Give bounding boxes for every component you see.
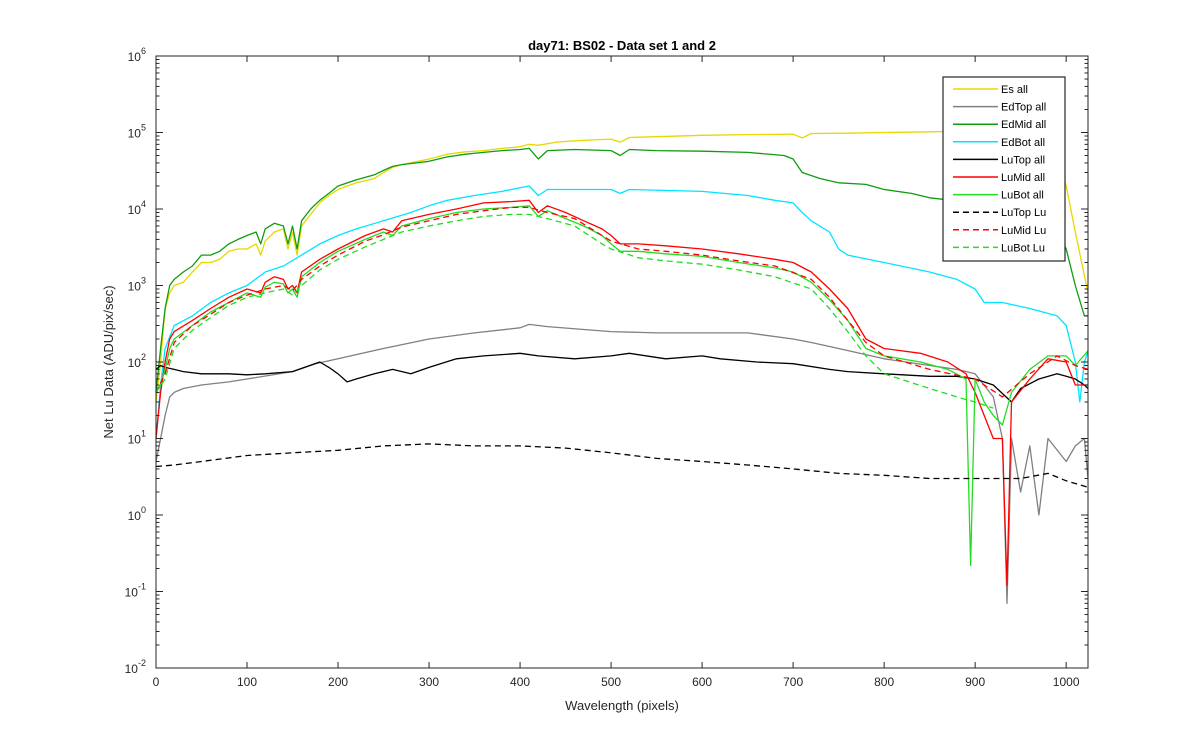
y-tick-base: 10 <box>128 50 142 64</box>
x-tick-label: 900 <box>965 675 985 689</box>
y-tick-exponent: 4 <box>141 199 146 209</box>
y-tick-base: 10 <box>128 356 142 370</box>
x-tick-label: 100 <box>237 675 257 689</box>
y-tick-exponent: 0 <box>141 505 146 515</box>
y-tick-exponent: 6 <box>141 46 146 56</box>
x-tick-label: 0 <box>153 675 160 689</box>
x-tick-label: 400 <box>510 675 530 689</box>
legend-label: LuMid all <box>1001 172 1045 184</box>
y-tick-exponent: 2 <box>141 352 146 362</box>
y-tick-base: 10 <box>128 433 142 447</box>
legend-label: LuBot all <box>1001 190 1044 202</box>
legend-label: EdBot all <box>1001 137 1045 149</box>
legend-label: EdTop all <box>1001 102 1046 114</box>
x-tick-label: 500 <box>601 675 621 689</box>
y-tick-base: 10 <box>125 586 139 600</box>
chart: 0 100 200 300 400 500 600 700 800 900 1000 10-210-… <box>0 0 1200 750</box>
y-axis-title: Net Lu Data (ADU/pix/sec) <box>101 285 116 438</box>
y-tick-exponent: 3 <box>141 276 146 286</box>
legend-label: LuTop Lu <box>1001 207 1046 219</box>
y-tick-base: 10 <box>128 509 142 523</box>
legend: Es all EdTop all EdMid all EdBot all LuTop a… <box>942 76 1066 262</box>
legend-label: LuBot Lu <box>1001 242 1045 254</box>
x-tick-label: 800 <box>874 675 894 689</box>
chart-title: day71: BS02 - Data set 1 and 2 <box>528 38 716 53</box>
legend-label: LuTop all <box>1001 154 1045 166</box>
legend-label: LuMid Lu <box>1001 225 1046 237</box>
legend-label: EdMid all <box>1001 119 1046 131</box>
y-tick-exponent: -1 <box>138 582 146 592</box>
x-tick-label: 300 <box>419 675 439 689</box>
x-tick-label: 200 <box>328 675 348 689</box>
x-tick-label: 600 <box>692 675 712 689</box>
y-tick-base: 10 <box>128 280 142 294</box>
x-axis-title: Wavelength (pixels) <box>565 698 679 713</box>
y-tick-base: 10 <box>125 662 139 676</box>
y-tick-base: 10 <box>128 203 142 217</box>
y-tick-exponent: 5 <box>141 123 146 133</box>
x-tick-label: 1000 <box>1053 675 1080 689</box>
y-tick-exponent: 1 <box>141 429 146 439</box>
y-tick-exponent: -2 <box>138 658 146 668</box>
y-tick-base: 10 <box>128 127 142 141</box>
x-tick-label: 700 <box>783 675 803 689</box>
legend-label: Es all <box>1001 84 1028 96</box>
